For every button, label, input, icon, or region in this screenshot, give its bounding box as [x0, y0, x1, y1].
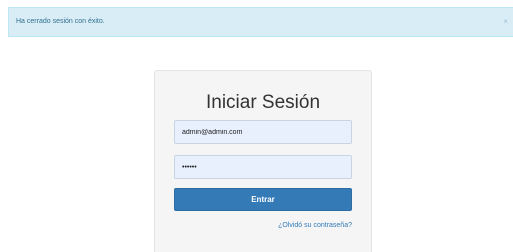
close-icon[interactable]: ×: [503, 8, 508, 36]
alert-message: Ha cerrado sesión con éxito.: [16, 18, 105, 25]
login-title: Iniciar Sesión: [205, 92, 321, 113]
login-button[interactable]: Entrar: [174, 188, 352, 211]
logout-success-alert: Ha cerrado sesión con éxito. ×: [8, 7, 513, 37]
password-field[interactable]: [174, 155, 352, 179]
login-panel: Iniciar Sesión Entrar ¿Olvidó su contras…: [154, 70, 372, 252]
forgot-password-link[interactable]: ¿Olvidó su contraseña?: [278, 222, 352, 229]
email-field[interactable]: [174, 120, 352, 144]
